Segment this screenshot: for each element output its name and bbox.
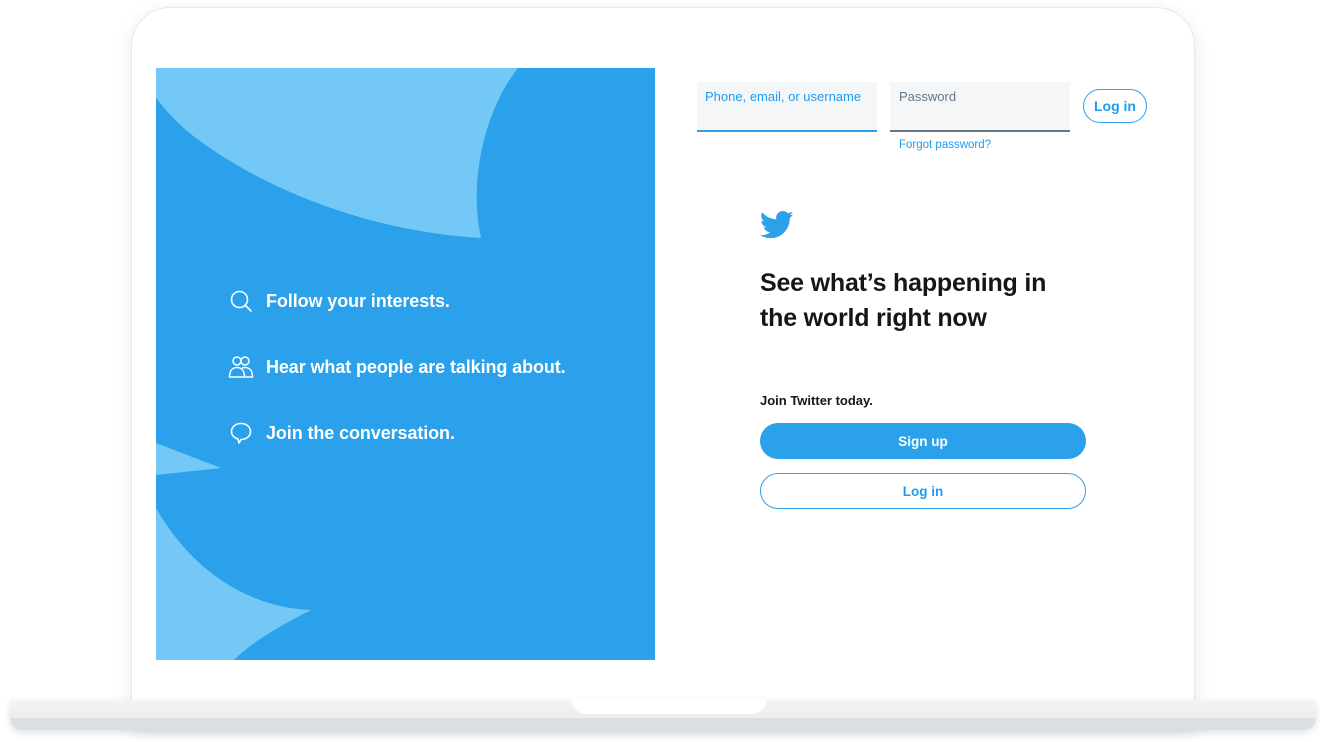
feature-label: Hear what people are talking about. [266,356,566,377]
laptop-base [10,700,1316,730]
forgot-password-link[interactable]: Forgot password? [899,139,991,151]
join-today-text: Join Twitter today. [760,393,873,408]
username-placeholder: Phone, email, or username [705,89,862,104]
search-icon [228,288,254,314]
password-input[interactable]: Password [890,82,1070,132]
signup-button[interactable]: Sign up [760,423,1086,459]
feature-follow-interests: Follow your interests. [228,288,450,314]
twitter-bird-icon [759,210,794,244]
feature-hear-people: Hear what people are talking about. [228,354,566,380]
laptop-notch [572,700,766,714]
laptop-base-shade [10,718,1316,730]
password-placeholder: Password [899,89,957,104]
feature-label: Join the conversation. [266,422,455,443]
username-input[interactable]: Phone, email, or username [697,82,877,132]
features-panel: Follow your interests. Hear what people … [156,68,655,660]
header-login-button[interactable]: Log in [1083,89,1147,123]
login-button[interactable]: Log in [760,473,1086,509]
speech-bubble-icon [228,420,254,446]
laptop-mockup: Follow your interests. Hear what people … [0,0,1320,742]
feature-label: Follow your interests. [266,290,450,311]
people-icon [228,354,254,380]
feature-join-conversation: Join the conversation. [228,420,455,446]
page-headline: See what’s happening in the world right … [760,269,1047,332]
